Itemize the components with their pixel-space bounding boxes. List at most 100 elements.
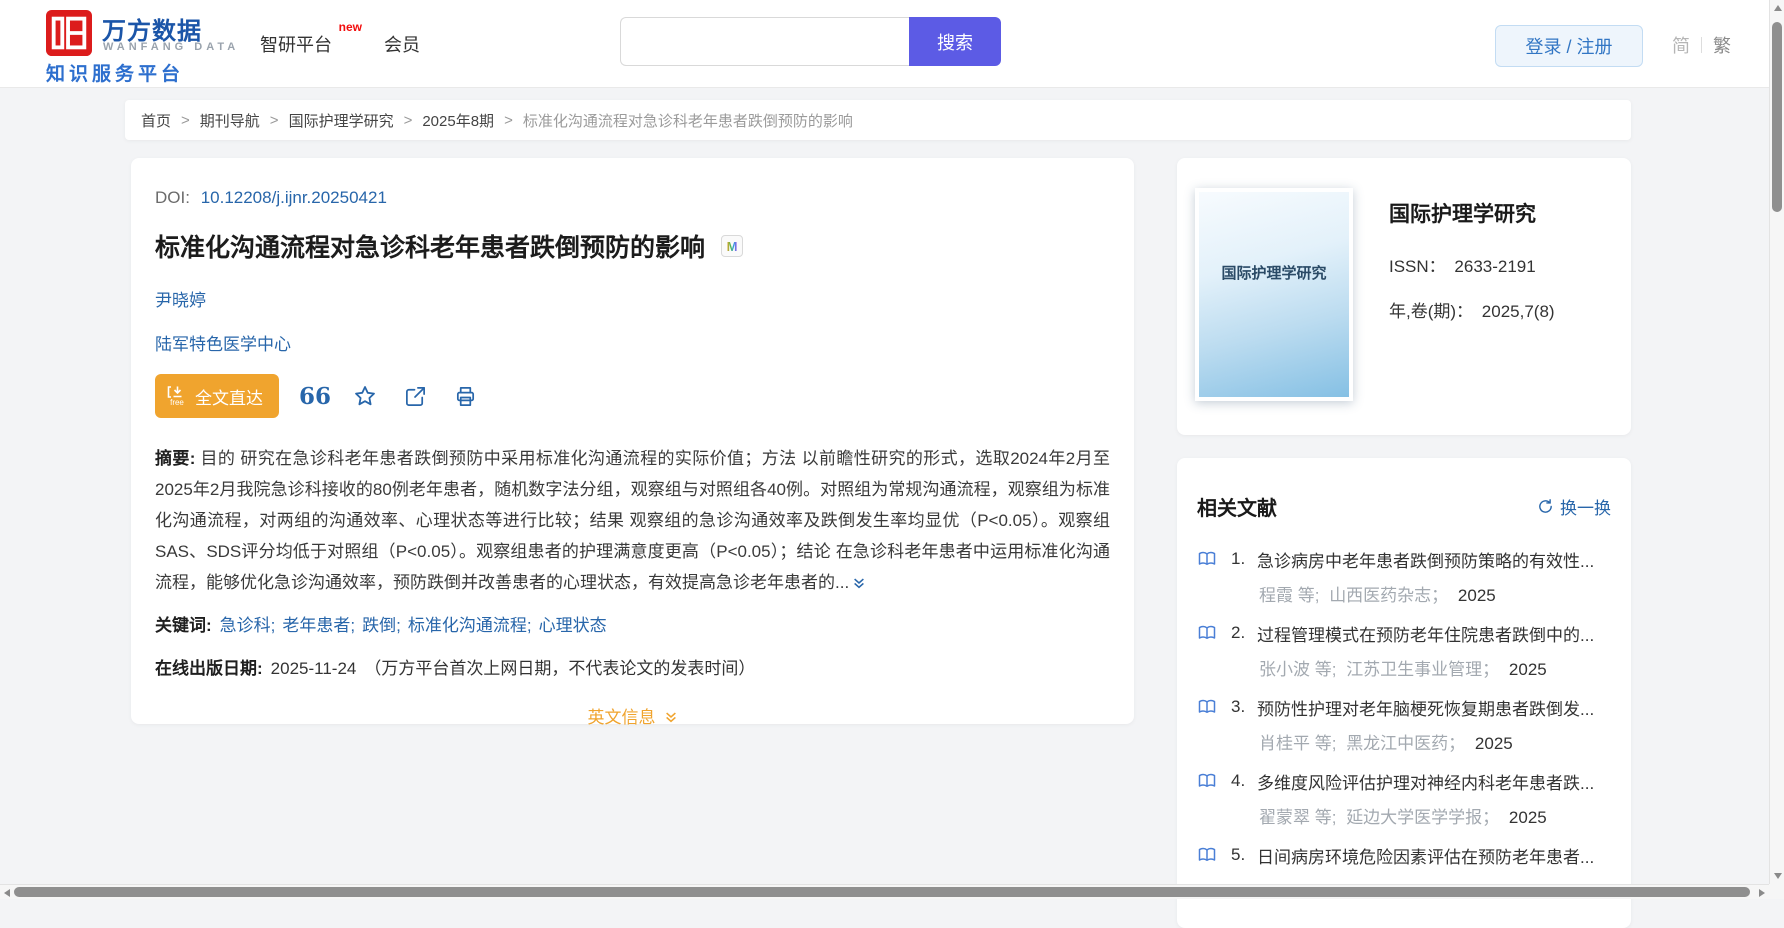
related-item-authors[interactable]: 程霞 等; (1259, 586, 1319, 605)
related-item-title[interactable]: 日间病房环境危险因素评估在预防老年患者... (1257, 843, 1611, 868)
login-register-button[interactable]: 登录 / 注册 (1495, 25, 1643, 67)
lang-traditional[interactable]: 繁 (1713, 32, 1731, 58)
scroll-down-arrow[interactable] (1774, 873, 1782, 879)
breadcrumb-link[interactable]: 国际护理学研究 (289, 110, 394, 131)
breadcrumb-link[interactable]: 首页 (141, 110, 171, 131)
chevron-double-down-icon (664, 709, 678, 723)
related-item-number: 1. (1231, 549, 1246, 568)
brand-tagline: 知识服务平台 (46, 64, 185, 85)
favorite-button[interactable] (351, 382, 379, 410)
cite-button[interactable]: 66 (299, 382, 332, 410)
scroll-up-arrow[interactable] (1774, 5, 1782, 11)
scrollbar-corner (1769, 884, 1784, 899)
affiliation-row: 陆军特色医学中心 (155, 330, 1110, 355)
related-item-number: 2. (1231, 623, 1246, 642)
related-item-journal[interactable]: 山西医药杂志； (1329, 586, 1448, 605)
vertical-scrollbar[interactable] (1769, 0, 1784, 884)
related-item-year: 2025 (1457, 586, 1496, 605)
lang-simplified[interactable]: 简 (1672, 32, 1690, 58)
fulltext-button[interactable]: free 全文直达 (155, 374, 279, 418)
book-icon (1197, 549, 1217, 569)
online-date-note: （万方平台首次上网日期，不代表论文的发表时间） (364, 659, 756, 678)
printer-icon (456, 386, 474, 406)
related-item-number: 5. (1231, 845, 1246, 864)
journal-info: 国际护理学研究 ISSN： 2633-2191 年,卷(期)： 2025,7(8… (1389, 198, 1555, 342)
affiliation-link[interactable]: 陆军特色医学中心 (155, 335, 291, 354)
vertical-scrollbar-thumb[interactable] (1772, 22, 1782, 212)
search-input[interactable] (620, 17, 909, 66)
print-button[interactable] (451, 382, 479, 410)
breadcrumb-separator: > (403, 111, 413, 129)
english-info-link[interactable]: 英文信息 (588, 703, 678, 728)
keyword-link[interactable]: 跌倒; (362, 616, 401, 635)
scroll-left-arrow[interactable] (4, 889, 10, 897)
related-item-authors[interactable]: 翟蒙翠 等; (1259, 808, 1336, 827)
book-icon (1197, 697, 1217, 717)
doi-link[interactable]: 10.12208/j.ijnr.20250421 (201, 188, 387, 207)
abstract-label: 摘要: (155, 449, 196, 468)
action-row: free 全文直达 66 (155, 374, 1110, 418)
refresh-link[interactable]: 换一换 (1537, 494, 1611, 519)
breadcrumb-link[interactable]: 2025年8期 (422, 110, 494, 131)
book-icon (1197, 771, 1217, 791)
download-free-icon: free (167, 385, 187, 407)
share-icon (405, 386, 425, 406)
share-button[interactable] (401, 382, 429, 410)
keyword-link[interactable]: 急诊科; (220, 616, 276, 635)
book-icon (1197, 845, 1217, 865)
related-item-title[interactable]: 预防性护理对老年脑梗死恢复期患者跌倒发... (1257, 695, 1611, 720)
scroll-right-arrow[interactable] (1759, 889, 1765, 897)
english-info-row: 英文信息 (155, 703, 1110, 728)
breadcrumb-separator: > (181, 111, 190, 129)
related-item: 3. 预防性护理对老年脑梗死恢复期患者跌倒发... 肖桂平 等; 黑龙江中医药；… (1197, 695, 1611, 753)
journal-cover-title: 国际护理学研究 (1221, 265, 1327, 282)
breadcrumb-current: 标准化沟通流程对急诊科老年患者跌倒预防的影响 (522, 112, 853, 130)
expand-abstract-icon[interactable] (852, 569, 866, 589)
volume-label: 年,卷(期)： (1389, 302, 1474, 321)
journal-name[interactable]: 国际护理学研究 (1389, 198, 1555, 228)
related-item-journal[interactable]: 延边大学医学学报； (1346, 808, 1499, 827)
breadcrumb-separator: > (504, 111, 513, 129)
quote-icon: 66 (299, 382, 332, 410)
keyword-link[interactable]: 标准化沟通流程; (408, 616, 532, 635)
journal-cover[interactable]: 国际护理学研究 (1195, 188, 1353, 401)
keyword-link[interactable]: 老年患者; (282, 616, 355, 635)
horizontal-scrollbar[interactable] (0, 884, 1769, 899)
online-date-value: 2025-11-24 (270, 659, 357, 678)
language-switch: 简 繁 (1672, 32, 1731, 58)
refresh-icon (1539, 499, 1552, 513)
breadcrumb: 首页 > 期刊导航 > 国际护理学研究 > 2025年8期 > 标准化沟通流程对… (125, 100, 1631, 140)
nav-item-zhiyan[interactable]: 智研平台 new (260, 20, 362, 57)
online-date-row: 在线出版日期: 2025-11-24 （万方平台首次上网日期，不代表论文的发表时间） (155, 654, 1110, 679)
related-title: 相关文献 (1197, 498, 1277, 520)
related-item-authors[interactable]: 肖桂平 等; (1259, 734, 1336, 753)
volume-value: 2025,7(8) (1481, 302, 1555, 321)
doi-row: DOI: 10.12208/j.ijnr.20250421 (155, 188, 1110, 208)
author-row: 尹晓婷 (155, 286, 1110, 311)
author-link[interactable]: 尹晓婷 (155, 291, 206, 310)
new-badge: new (338, 20, 362, 34)
main-nav: 智研平台 new 会员 (260, 20, 420, 57)
issn-value: 2633-2191 (1454, 257, 1536, 276)
related-item-year: 2025 (1474, 734, 1513, 753)
related-item-title[interactable]: 急诊病房中老年患者跌倒预防策略的有效性... (1257, 547, 1611, 572)
search-button[interactable]: 搜索 (909, 17, 1001, 66)
brand-name-en: WANFANG DATA (103, 41, 240, 53)
related-item: 2. 过程管理模式在预防老年住院患者跌倒中的... 张小波 等; 江苏卫生事业管… (1197, 621, 1611, 679)
metrics-badge-icon[interactable]: M (721, 235, 744, 257)
breadcrumb-link[interactable]: 期刊导航 (200, 110, 260, 131)
related-list: 1. 急诊病房中老年患者跌倒预防策略的有效性... 程霞 等; 山西医药杂志； … (1197, 547, 1611, 901)
article-title: 标准化沟通流程对急诊科老年患者跌倒预防的影响 M (155, 228, 1110, 264)
nav-item-member[interactable]: 会员 (384, 31, 420, 57)
related-item-title[interactable]: 过程管理模式在预防老年住院患者跌倒中的... (1257, 621, 1611, 646)
wanfang-logo-icon[interactable] (46, 10, 92, 56)
related-item-journal[interactable]: 黑龙江中医药； (1346, 734, 1465, 753)
related-item-authors[interactable]: 张小波 等; (1259, 660, 1336, 679)
keyword-link[interactable]: 心理状态 (539, 616, 607, 635)
related-item-title[interactable]: 多维度风险评估护理对神经内科老年患者跌... (1257, 769, 1611, 794)
horizontal-scrollbar-thumb[interactable] (14, 887, 1750, 897)
related-item-number: 4. (1231, 771, 1246, 790)
star-icon (355, 386, 375, 406)
search-bar: 搜索 (620, 17, 1001, 66)
related-item-journal[interactable]: 江苏卫生事业管理； (1346, 660, 1499, 679)
